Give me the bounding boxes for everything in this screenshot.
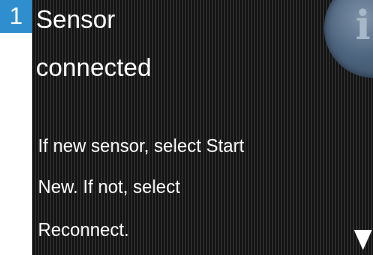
info-button[interactable]: i: [324, 0, 373, 78]
message-line-1: If new sensor, select Start: [38, 136, 245, 156]
screen-title-line-2: connected: [36, 54, 152, 82]
step-number-badge: 1: [0, 0, 32, 33]
info-icon: i: [355, 2, 371, 49]
device-display: 1 Sensor connected If new sensor, select…: [0, 0, 373, 255]
message-line-2: New. If not, select: [38, 177, 181, 197]
screen-title-line-1: Sensor: [36, 6, 116, 34]
message-line-3: Reconnect.: [38, 220, 130, 240]
screen-panel: Sensor connected If new sensor, select S…: [32, 0, 373, 255]
scroll-down-arrow-icon[interactable]: [354, 230, 372, 250]
